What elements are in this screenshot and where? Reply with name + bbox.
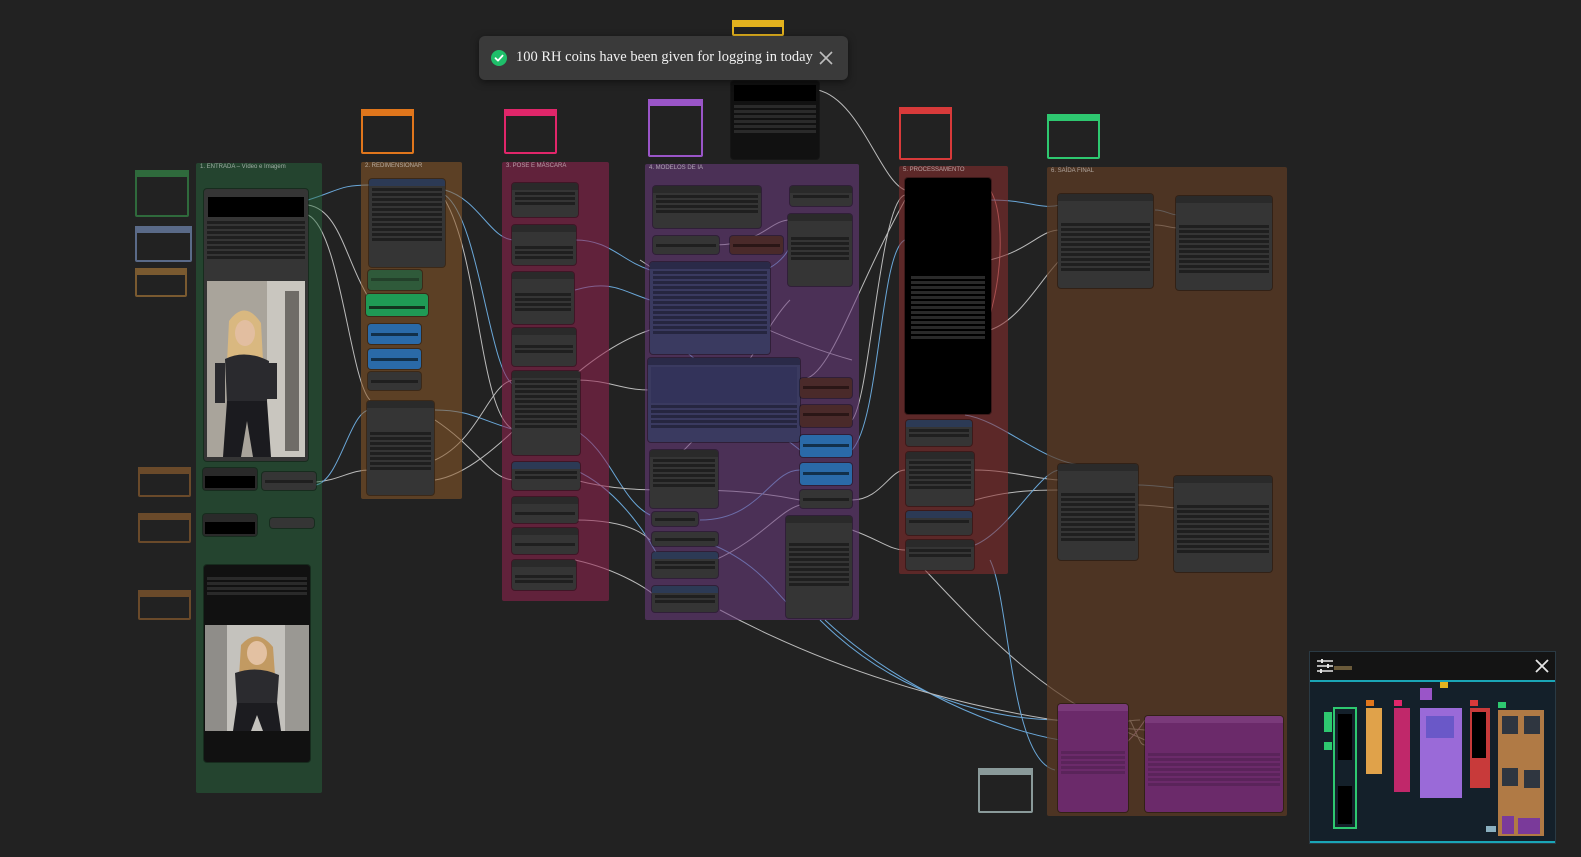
node-proc-main[interactable] [905, 178, 991, 414]
node-out-3[interactable] [1058, 464, 1138, 560]
node-out-4[interactable] [1174, 476, 1272, 572]
node-load-video[interactable] [204, 189, 308, 461]
node-small-black-1[interactable] [203, 468, 257, 490]
node-resize-small[interactable] [368, 372, 421, 390]
node-resize-lower[interactable] [367, 401, 434, 495]
mini-node-brown-left-2[interactable] [138, 467, 191, 497]
check-circle-icon [491, 50, 507, 66]
node-resize-blue-1[interactable] [368, 324, 421, 344]
mini-node-pink[interactable] [504, 109, 557, 154]
node-small-2b[interactable] [270, 518, 314, 528]
mini-node-red[interactable] [899, 107, 952, 160]
mini-node-yellow[interactable] [732, 20, 784, 36]
group-redimensionar-title: 2. REDIMENSIONAR [365, 163, 423, 169]
node-model-16[interactable] [652, 552, 718, 578]
group-modelos-title: 4. MODELOS DE IA [649, 165, 704, 171]
node-resize-main[interactable] [369, 179, 445, 267]
node-model-1[interactable] [653, 186, 761, 228]
group-processamento-title: 5. PROCESSAMENTO [903, 167, 965, 173]
node-load-image[interactable] [204, 565, 310, 762]
node-out-2[interactable] [1176, 196, 1272, 290]
node-model-8[interactable] [800, 378, 852, 398]
node-model-12[interactable] [800, 490, 852, 508]
node-model-7[interactable] [648, 358, 800, 442]
mini-node-orange[interactable] [361, 109, 414, 154]
node-out-video-2[interactable] [1145, 716, 1283, 812]
node-resize-blue-2[interactable] [368, 349, 421, 369]
node-proc-4[interactable] [906, 511, 972, 535]
node-pose-2[interactable] [512, 225, 576, 265]
node-small-black-2[interactable] [203, 514, 257, 536]
node-out-1[interactable] [1058, 194, 1153, 288]
node-model-10[interactable] [800, 435, 852, 457]
node-pose-3[interactable] [512, 272, 574, 324]
node-model-17[interactable] [652, 586, 718, 612]
minimap-toolbar [1310, 652, 1555, 682]
node-model-4[interactable] [730, 236, 783, 254]
node-model-6[interactable] [650, 262, 770, 354]
group-pose-title: 3. POSE E MÁSCARA [506, 163, 567, 169]
minimap-panel[interactable] [1309, 651, 1556, 844]
mini-node-green[interactable] [1047, 114, 1100, 159]
node-model-9[interactable] [800, 405, 852, 427]
node-pose-8[interactable] [512, 528, 578, 554]
node-model-2[interactable] [790, 186, 852, 206]
node-pose-1[interactable] [512, 183, 578, 217]
node-pose-5[interactable] [512, 371, 580, 455]
mini-node-green-left[interactable] [135, 170, 189, 217]
node-model-14[interactable] [652, 512, 698, 526]
node-proc-5[interactable] [906, 540, 974, 570]
mini-node-brown-left-3[interactable] [138, 513, 191, 543]
minimap-bottom-line [1310, 841, 1555, 843]
node-pose-4[interactable] [512, 328, 576, 366]
node-model-18[interactable] [786, 516, 852, 618]
close-icon[interactable] [817, 49, 835, 67]
node-pose-6[interactable] [512, 462, 580, 490]
toast-message: 100 RH coins have been given for logging… [516, 49, 813, 65]
node-pose-7[interactable] [512, 497, 578, 523]
node-out-video-1[interactable] [1058, 704, 1128, 812]
node-model-3[interactable] [653, 236, 719, 254]
minimap-overview [1324, 682, 1544, 836]
workflow-canvas[interactable]: 1. ENTRADA – Vídeo e Imagem 2. REDIMENSI… [0, 0, 1581, 857]
node-model-5[interactable] [788, 214, 852, 286]
login-reward-toast: 100 RH coins have been given for logging… [479, 36, 848, 80]
node-black-top[interactable] [731, 81, 819, 159]
node-small-1b[interactable] [262, 472, 316, 490]
mini-node-purple[interactable] [648, 99, 703, 157]
image-preview [205, 625, 309, 731]
node-model-11[interactable] [800, 463, 852, 485]
video-preview [207, 281, 305, 457]
close-icon[interactable] [1534, 658, 1550, 674]
node-resize-green-2[interactable] [366, 294, 428, 316]
node-proc-3[interactable] [906, 452, 974, 506]
minimap-slider-track[interactable] [1334, 666, 1352, 670]
mini-node-slate-left[interactable] [135, 226, 192, 262]
node-model-15[interactable] [652, 532, 718, 546]
group-entrada-title: 1. ENTRADA – Vídeo e Imagem [200, 164, 286, 170]
node-pose-9[interactable] [512, 560, 576, 590]
mini-node-gray-bottom[interactable] [978, 768, 1033, 813]
node-proc-2[interactable] [906, 420, 972, 446]
mini-node-brown-left-4[interactable] [138, 590, 191, 620]
node-resize-green-1[interactable] [368, 270, 422, 290]
group-saida-title: 6. SAÍDA FINAL [1051, 168, 1095, 174]
sliders-icon[interactable] [1316, 658, 1334, 674]
mini-node-brown-left-1[interactable] [135, 268, 187, 297]
node-model-13[interactable] [650, 450, 718, 508]
